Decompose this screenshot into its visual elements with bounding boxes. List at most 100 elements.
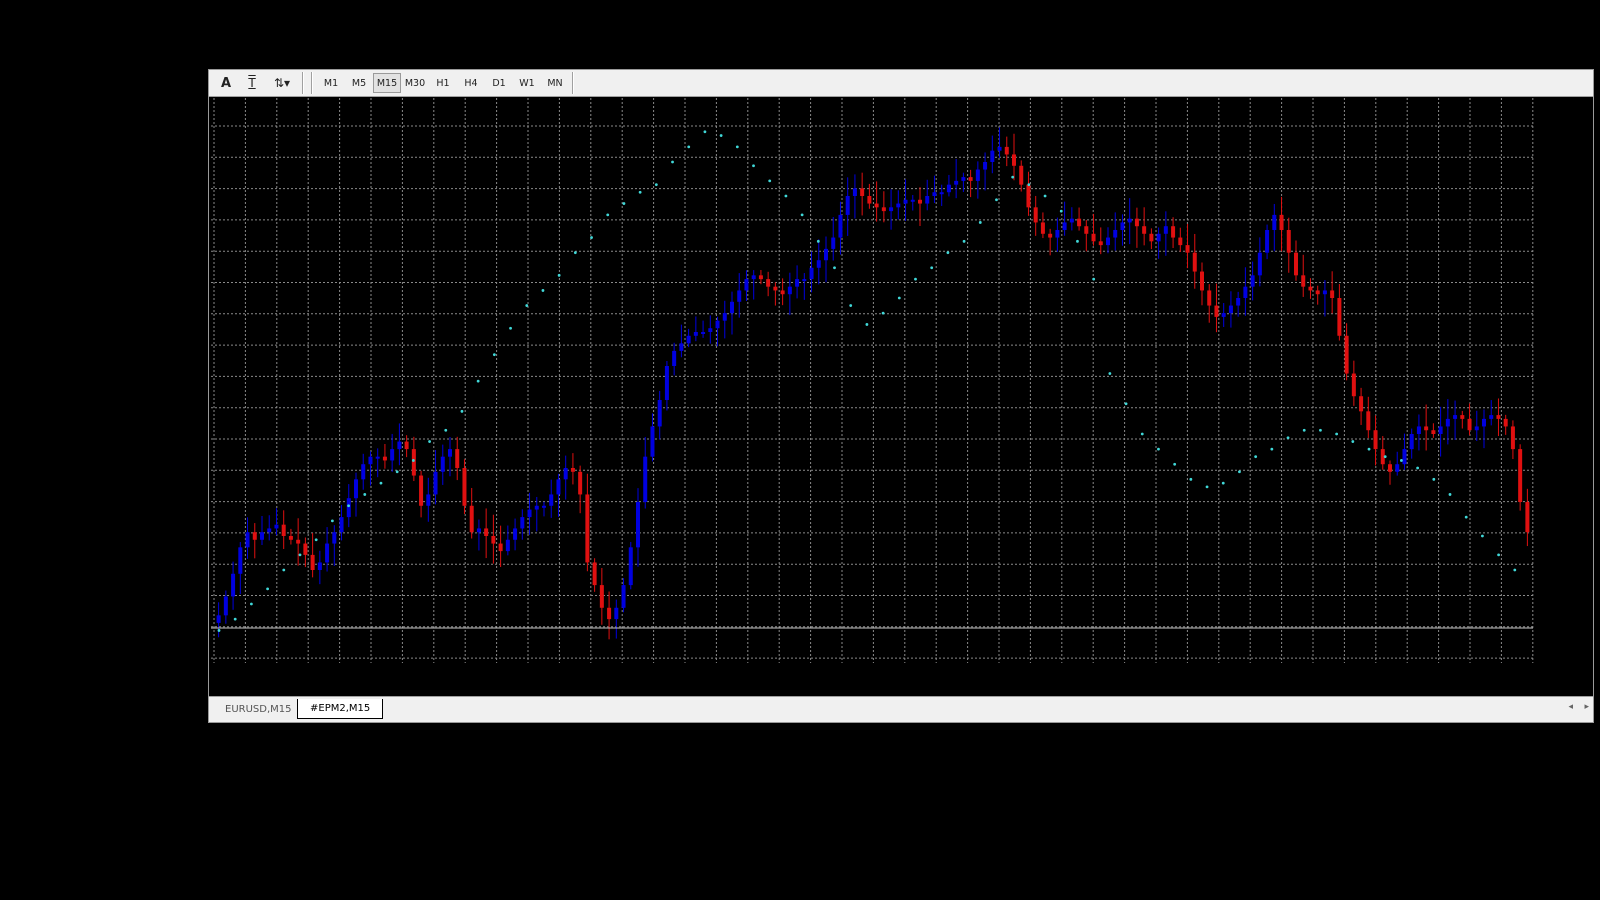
chart-window: A T ⇅▾ M1 M5 M15 M30 H1 H4 D1 W1 MN EURU… [208,69,1594,723]
candle-bear [1503,418,1508,427]
sar-dot [266,587,269,591]
candle-bear [484,528,489,536]
candle-bear [411,449,416,476]
candle-bull [325,543,330,563]
timeframe-m15-button[interactable]: M15 [373,73,401,93]
timeframe-m5-button[interactable]: M5 [345,73,373,93]
timeframe-m1-button[interactable]: M1 [317,73,345,93]
candle-bear [1178,237,1183,246]
candle-bull [628,547,633,586]
candle-bull [983,162,988,170]
sar-dot [930,266,934,270]
arrows-dropdown-icon[interactable]: ⇅▾ [265,73,299,93]
sar-dot [1027,183,1031,187]
candle-bull [722,313,727,321]
candle-bull [657,400,662,427]
sar-dot [1400,459,1403,462]
sar-dot [476,379,480,383]
timeframe-h4-button[interactable]: H4 [457,73,485,93]
candle-bear [570,468,575,472]
candle-bull [346,498,351,518]
text-tool-icon[interactable]: A [213,73,239,93]
timeframe-d1-button[interactable]: D1 [485,73,513,93]
candle-bull [1445,418,1450,427]
candle-bear [1315,290,1320,295]
candle-bull [317,562,322,570]
candle-bull [1236,298,1241,306]
candle-bull [549,494,554,506]
candle-bull [737,290,742,302]
sar-dot [1302,428,1306,432]
chart-grid [211,98,1534,663]
candle-bull [440,456,445,472]
scroll-left-icon[interactable]: ◂ [1568,702,1573,712]
candle-bear [1149,233,1154,242]
tab-eurusd-m15[interactable]: EURUSD,M15 [213,699,303,719]
timeframe-w1-button[interactable]: W1 [513,73,541,93]
sar-dot [1092,277,1096,281]
sar-dot [1367,447,1371,451]
sar-dot [282,568,286,572]
candle-bear [1012,154,1016,166]
sar-dot [1059,209,1063,213]
timeframe-mn-button[interactable]: MN [541,73,569,93]
candle-bull [990,150,995,162]
candle-bull [715,320,720,329]
sar-dot [962,239,966,243]
candle-bull [802,279,807,282]
candle-bear [491,536,496,544]
sar-dot [622,202,626,205]
timeframe-m30-button[interactable]: M30 [401,73,429,93]
candle-bull [816,260,821,268]
candle-bull [1438,426,1443,434]
candle-bull [693,332,698,336]
candle-bear [1033,207,1038,223]
tab-epm2-m15[interactable]: #EPM2,M15 [297,699,384,719]
sar-dot [849,304,853,307]
sar-dot [347,504,350,508]
candle-bull [339,517,344,533]
candle-bear [382,456,387,461]
candle-bear [1142,226,1147,234]
sar-dot [687,145,691,149]
sar-dot [1335,432,1339,436]
candle-bull [838,214,843,238]
candle-bull [889,207,894,212]
candle-bull [910,199,915,202]
sar-dot [379,481,383,485]
timeframe-h1-button[interactable]: H1 [429,73,457,93]
candlestick-chart-svg[interactable] [211,98,1591,691]
candle-bull [1106,237,1110,246]
price-chart[interactable] [211,98,1591,691]
candle-bear [404,441,409,450]
candle-bull [1221,313,1226,317]
candle-bull [1243,286,1248,298]
sar-dot [541,289,545,292]
sar-dot [654,183,658,187]
candle-bear [773,286,778,291]
sar-dot [914,277,917,281]
sar-dot [606,213,610,217]
candle-bear [469,505,474,533]
candle-bull [932,192,937,196]
candle-bear [1366,411,1371,431]
sar-dot [1157,447,1160,451]
sar-dot [492,353,496,357]
text-label-tool-icon[interactable]: T [239,73,265,93]
sar-dot [557,273,561,277]
candle-bear [498,543,503,552]
candle-bear [455,449,460,468]
scroll-right-icon[interactable]: ▸ [1584,702,1589,712]
sar-dot [946,251,950,255]
toolbar-grip [311,72,313,94]
candle-bear [1279,214,1284,230]
sar-dot [1173,462,1177,466]
candle-bull [238,547,243,574]
sar-dot [1464,515,1468,519]
sar-dot [1124,402,1128,406]
sar-dot [1205,485,1209,489]
candle-bull [1272,214,1277,230]
candle-bear [462,468,467,506]
candle-bull [397,441,402,450]
candle-bull [997,146,1002,151]
